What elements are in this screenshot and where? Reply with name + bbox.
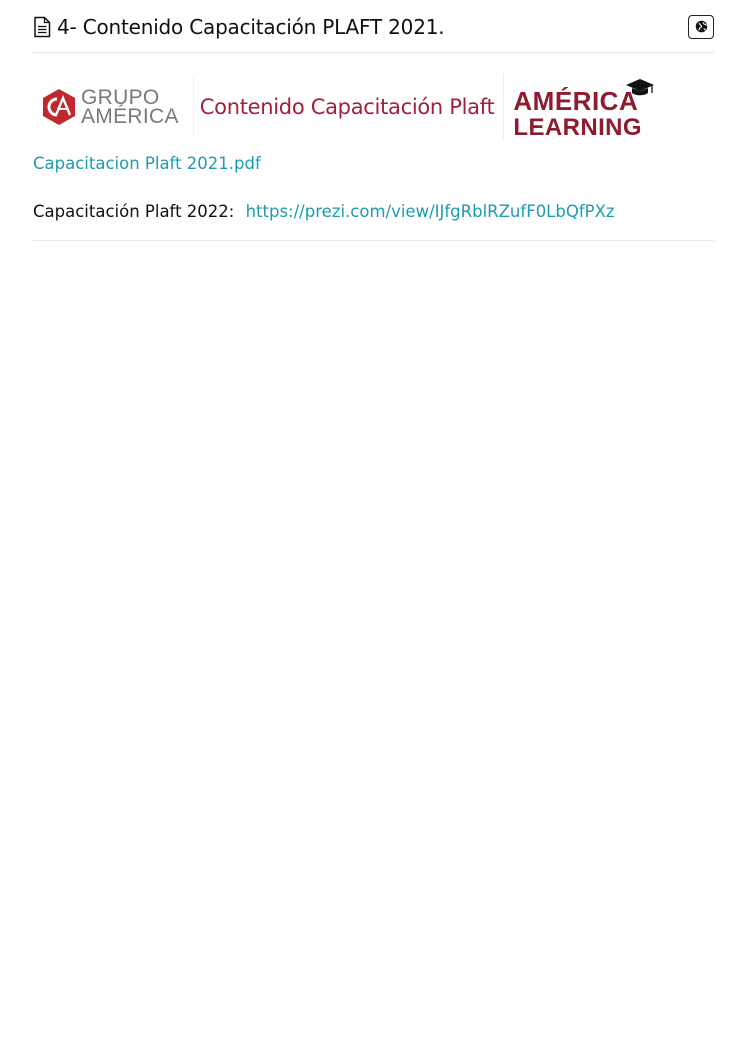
america-line: AMÉRICA (81, 105, 179, 128)
globe-icon (695, 18, 708, 37)
section-divider (33, 240, 714, 241)
america-word: AMÉRICA (513, 86, 639, 116)
prezi-row: Capacitación Plaft 2022: https://prezi.c… (33, 202, 615, 221)
banner-image: GRUPO AMÉRICA Contenido Capacitación Pla… (33, 71, 714, 143)
page-header: 4- Contenido Capacitación PLAFT 2021. (33, 10, 714, 53)
prezi-link[interactable]: https://prezi.com/view/IJfgRblRZufF0LbQf… (246, 202, 615, 221)
page-title: 4- Contenido Capacitación PLAFT 2021. (57, 15, 445, 39)
america-learning-logo: AMÉRICA LEARNING (513, 74, 663, 141)
page: 4- Contenido Capacitación PLAFT 2021. GR… (0, 0, 747, 1058)
title-row: 4- Contenido Capacitación PLAFT 2021. (33, 15, 445, 39)
learning-word: LEARNING (513, 114, 642, 141)
banner-title: Contenido Capacitación Plaft (199, 95, 495, 119)
prezi-label: Capacitación Plaft 2022: (33, 202, 235, 221)
globe-button[interactable] (688, 15, 714, 39)
grupo-america-mark-icon (43, 89, 75, 125)
document-icon (33, 16, 51, 38)
banner-divider (192, 77, 194, 137)
grupo-america-wordmark: GRUPO AMÉRICA (81, 87, 179, 128)
banner-divider (503, 74, 505, 140)
grupo-america-logo: GRUPO AMÉRICA (39, 87, 179, 127)
pdf-download-link[interactable]: Capacitacion Plaft 2021.pdf (33, 154, 261, 173)
graduation-cap-icon (626, 79, 655, 96)
